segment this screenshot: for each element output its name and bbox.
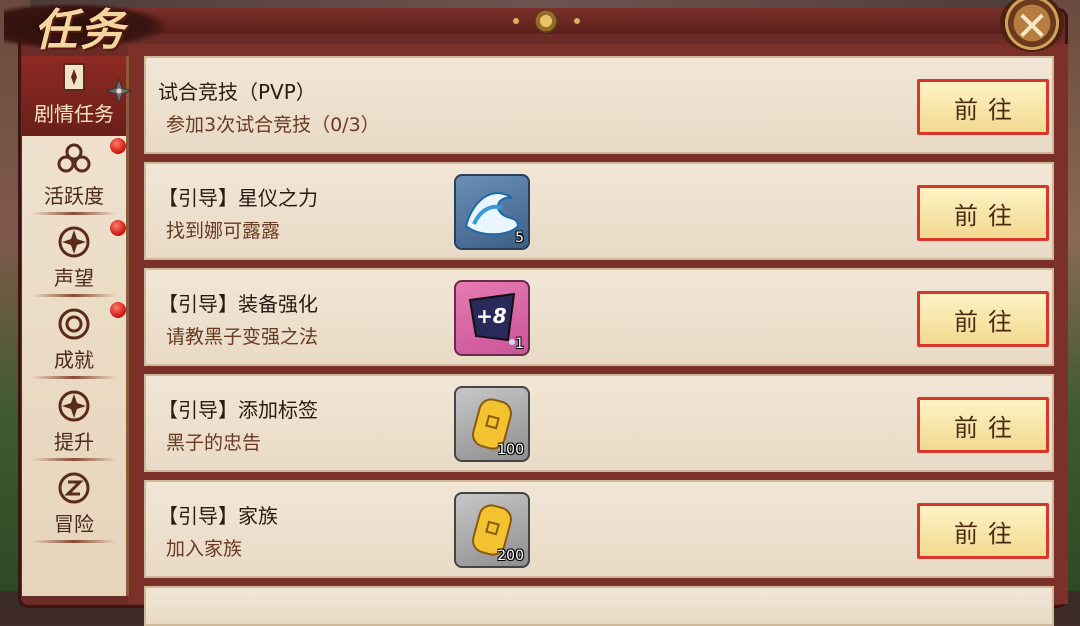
task-title: 【引导】装备强化: [158, 292, 318, 316]
reward-count: 1: [515, 336, 524, 352]
sidebar-item-label: 冒险: [54, 512, 94, 536]
ornament-medallion-icon: [534, 9, 558, 33]
task-description: 参加3次试合竞技（0/3）: [166, 114, 380, 136]
frame-top-bar: [110, 8, 1010, 34]
task-list[interactable]: 试合竞技（PVP） 参加3次试合竞技（0/3） 前往 【引导】星仪之力 找到娜可…: [128, 44, 1068, 626]
reward-item[interactable]: 200: [454, 492, 530, 568]
emblem-icon: [58, 226, 90, 258]
task-row: 【引导】家族 加入家族 200 前往: [144, 480, 1054, 578]
task-title: 【引导】添加标签: [158, 398, 318, 422]
go-button[interactable]: 前往: [917, 397, 1049, 453]
task-row: [144, 586, 1054, 626]
divider: [32, 458, 116, 461]
task-row: 【引导】星仪之力 找到娜可露露 5 前往: [144, 162, 1054, 260]
sidebar-item-upgrade[interactable]: 提升: [22, 384, 126, 464]
divider: [32, 540, 116, 543]
enhance-level-text: +8: [476, 304, 507, 328]
ornament-dot-icon: [513, 18, 519, 24]
scroll-icon: [63, 63, 85, 91]
sidebar-item-label: 活跃度: [44, 184, 104, 208]
close-icon: ✕: [1015, 4, 1049, 50]
go-button[interactable]: 前往: [917, 79, 1049, 135]
divider: [32, 294, 116, 297]
sidebar-item-label: 提升: [54, 430, 94, 454]
reward-count: 5: [515, 230, 524, 246]
flower-icon: [57, 143, 91, 173]
task-row: 【引导】添加标签 黑子的忠告 100 前往: [144, 374, 1054, 472]
window-title-logo: 任务: [0, 0, 175, 60]
medal-icon: [58, 308, 90, 340]
shuriken-icon: [106, 78, 132, 104]
task-title: 试合竞技（PVP）: [158, 80, 316, 104]
divider: [32, 376, 116, 379]
task-description: 加入家族: [166, 538, 243, 560]
task-title: 【引导】家族: [158, 504, 278, 528]
task-row: 试合竞技（PVP） 参加3次试合竞技（0/3） 前往: [144, 56, 1054, 154]
upgrade-icon: [58, 390, 90, 422]
sidebar-item-adventure[interactable]: 冒险: [22, 466, 126, 546]
task-title: 【引导】星仪之力: [158, 186, 318, 210]
divider: [32, 212, 116, 215]
go-button[interactable]: 前往: [917, 503, 1049, 559]
reward-item[interactable]: 5: [454, 174, 530, 250]
reward-item[interactable]: 100: [454, 386, 530, 462]
reward-count: 100: [497, 442, 524, 458]
notification-badge: [110, 220, 126, 236]
task-description: 黑子的忠告: [166, 432, 262, 454]
task-row: 【引导】装备强化 请教黑子变强之法 +8 1 前往: [144, 268, 1054, 366]
task-description: 找到娜可露露: [166, 220, 281, 242]
ornament-dot-icon: [574, 18, 580, 24]
reward-count: 200: [497, 548, 524, 564]
task-category-sidebar: 剧情任务 活跃度 声望 成就 提升 冒险: [22, 56, 129, 596]
go-button[interactable]: 前往: [917, 291, 1049, 347]
task-description: 请教黑子变强之法: [166, 326, 319, 348]
reward-item[interactable]: +8 1: [454, 280, 530, 356]
sidebar-item-label: 成就: [54, 348, 94, 372]
notification-badge: [110, 302, 126, 318]
adventure-icon: [58, 472, 90, 504]
go-button[interactable]: 前往: [917, 185, 1049, 241]
sidebar-item-label: 声望: [54, 266, 94, 290]
notification-badge: [110, 138, 126, 154]
page-title: 任务: [34, 5, 126, 56]
